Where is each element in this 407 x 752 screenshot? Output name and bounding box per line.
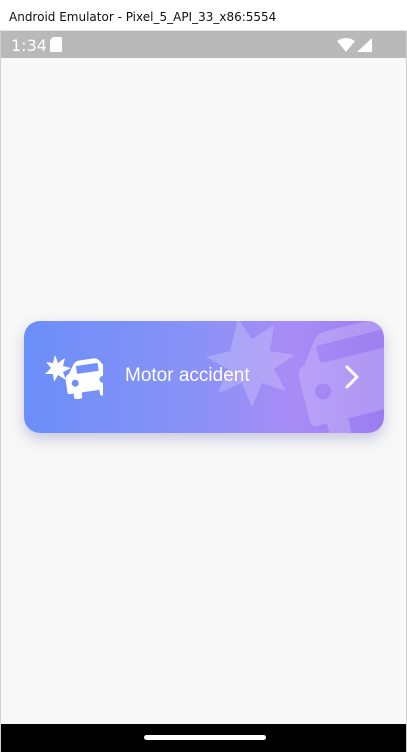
main-content: Motor accident <box>1 58 406 724</box>
chevron-right-icon <box>345 365 359 389</box>
home-gesture-handle[interactable] <box>144 735 266 740</box>
signal-icon <box>357 38 372 52</box>
car-crash-icon <box>45 355 103 399</box>
status-time: 1:34 <box>11 36 47 55</box>
motor-accident-card[interactable]: Motor accident <box>24 321 384 433</box>
device-screen: 1:34 Motor accident <box>0 31 407 752</box>
sd-card-icon <box>50 37 62 52</box>
status-bar: 1:34 <box>1 31 406 58</box>
window-title: Android Emulator - Pixel_5_API_33_x86:55… <box>0 0 407 31</box>
card-label: Motor accident <box>125 365 250 386</box>
wifi-icon <box>337 38 355 52</box>
navigation-bar <box>1 724 406 752</box>
